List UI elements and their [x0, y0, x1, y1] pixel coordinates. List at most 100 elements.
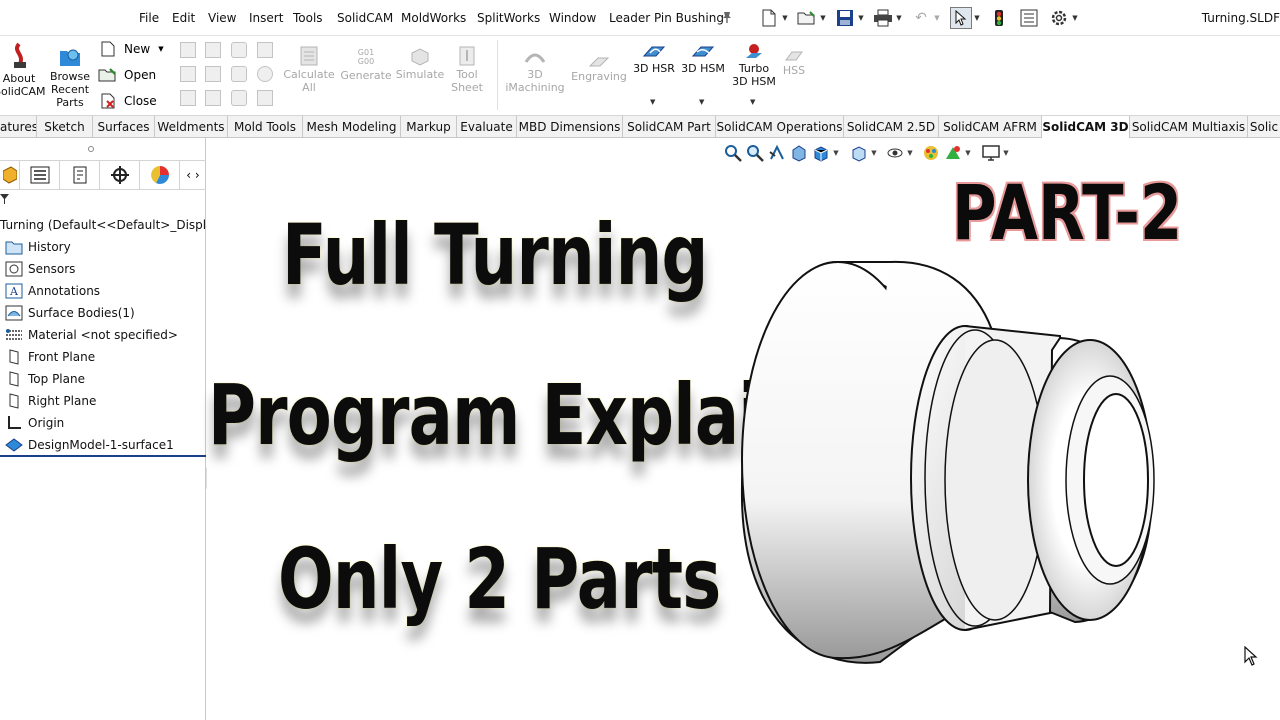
chevron-left-right-icon[interactable]: ‹ ›	[180, 161, 206, 189]
zoom-to-fit-icon[interactable]	[722, 143, 744, 163]
sphere-icon[interactable]	[257, 66, 273, 82]
tab-solidcam-part[interactable]: SolidCAM Part	[623, 116, 716, 138]
chevron-down-icon[interactable]: ▼	[964, 149, 972, 157]
tree-item-origin[interactable]: Origin	[4, 413, 64, 433]
cube-icon[interactable]	[180, 90, 196, 106]
hss-button[interactable]: HSS	[780, 48, 808, 77]
chevron-down-icon[interactable]: ▼	[894, 14, 904, 22]
chevron-down-icon[interactable]: ▼	[832, 149, 840, 157]
calculate-all-button[interactable]: Calculate All	[281, 46, 337, 94]
undo-icon[interactable]: ↶	[910, 7, 932, 29]
tab-solidcam-3d[interactable]: SolidCAM 3D	[1042, 116, 1130, 139]
cube-icon[interactable]	[205, 66, 221, 82]
tool-sheet-button[interactable]: Tool Sheet	[444, 46, 490, 94]
3d-hsr-button[interactable]: 3D HSR	[632, 44, 676, 75]
tab-surfaces[interactable]: Surfaces	[93, 116, 155, 138]
part-root-node[interactable]: Turning (Default<<Default>_Display S	[0, 218, 232, 232]
chevron-down-icon[interactable]: ▼	[699, 98, 704, 106]
menu-solidcam[interactable]: SolidCAM	[337, 11, 393, 25]
tab-solidcam-more[interactable]: Solic	[1248, 116, 1280, 138]
new-document-icon[interactable]	[758, 7, 780, 29]
tab-weldments[interactable]: Weldments	[155, 116, 228, 138]
cube-icon[interactable]	[205, 42, 221, 58]
chevron-down-icon[interactable]: ▼	[856, 14, 866, 22]
tree-item-front-plane[interactable]: Front Plane	[4, 347, 95, 367]
turned-part-3d-model[interactable]	[730, 240, 1200, 670]
tree-item-sensors[interactable]: Sensors	[4, 259, 75, 279]
rollback-bar[interactable]	[0, 455, 206, 457]
view-orientation-icon[interactable]	[810, 143, 832, 163]
apply-scene-icon[interactable]	[942, 143, 964, 163]
cube-icon[interactable]	[205, 90, 221, 106]
cube-icon[interactable]	[231, 90, 247, 106]
tab-features[interactable]: atures	[0, 116, 37, 138]
edit-appearance-icon[interactable]	[920, 143, 942, 163]
cube-icon[interactable]	[180, 42, 196, 58]
turbo-3d-hsm-button[interactable]: Turbo 3D HSM	[730, 42, 778, 88]
display-manager-tab-icon[interactable]	[140, 161, 180, 189]
previous-view-icon[interactable]	[766, 143, 788, 163]
tree-filter[interactable]	[0, 190, 206, 210]
chevron-down-icon[interactable]: ▼	[932, 14, 942, 22]
simulate-button[interactable]: Simulate	[394, 46, 446, 81]
tree-item-right-plane[interactable]: Right Plane	[4, 391, 96, 411]
cube-icon[interactable]	[180, 66, 196, 82]
chevron-down-icon[interactable]: ▼	[870, 149, 878, 157]
tree-item-design-model[interactable]: DesignModel-1-surface1	[4, 435, 174, 455]
tab-mesh-modeling[interactable]: Mesh Modeling	[303, 116, 401, 138]
menu-window[interactable]: Window	[549, 11, 596, 25]
browse-recent-parts-button[interactable]: Browse Recent Parts	[49, 46, 91, 109]
save-icon[interactable]	[834, 7, 856, 29]
cube-icon[interactable]	[257, 90, 273, 106]
open-button[interactable]: Open	[98, 66, 156, 84]
view-settings-icon[interactable]	[980, 143, 1002, 163]
tab-evaluate[interactable]: Evaluate	[457, 116, 517, 138]
tree-item-history[interactable]: History	[4, 237, 71, 257]
menu-leader-pin-bushing[interactable]: Leader Pin Bushing	[609, 11, 724, 25]
chevron-down-icon[interactable]: ▼	[818, 14, 828, 22]
traffic-light-icon[interactable]	[988, 7, 1010, 29]
menu-insert[interactable]: Insert	[249, 11, 283, 25]
hide-show-items-icon[interactable]	[884, 143, 906, 163]
feature-manager-tab-icon[interactable]	[0, 161, 20, 189]
zoom-to-area-icon[interactable]	[744, 143, 766, 163]
section-view-icon[interactable]	[788, 143, 810, 163]
pin-icon[interactable]	[720, 10, 734, 24]
dimxpert-tab-icon[interactable]	[100, 161, 140, 189]
property-manager-tab-icon[interactable]	[20, 161, 60, 189]
new-button[interactable]: New ▼	[98, 40, 164, 58]
tab-solidcam-2-5d[interactable]: SolidCAM 2.5D	[844, 116, 939, 138]
chevron-down-icon[interactable]: ▼	[158, 45, 163, 53]
cube-icon[interactable]	[231, 66, 247, 82]
panel-splitter[interactable]	[0, 138, 206, 160]
menu-view[interactable]: View	[208, 11, 236, 25]
menu-moldworks[interactable]: MoldWorks	[401, 11, 466, 25]
tab-solidcam-operations[interactable]: SolidCAM Operations	[716, 116, 844, 138]
close-button[interactable]: Close	[98, 92, 157, 110]
engraving-button[interactable]: Engraving	[570, 54, 628, 83]
open-folder-icon[interactable]	[796, 7, 818, 29]
3d-hsm-button[interactable]: 3D HSM	[680, 44, 726, 75]
file-properties-icon[interactable]	[1018, 7, 1040, 29]
tab-mbd-dimensions[interactable]: MBD Dimensions	[517, 116, 623, 138]
cube-icon[interactable]	[257, 42, 273, 58]
tab-mold-tools[interactable]: Mold Tools	[228, 116, 303, 138]
menu-tools[interactable]: Tools	[293, 11, 323, 25]
print-icon[interactable]	[872, 7, 894, 29]
gear-icon[interactable]	[1048, 7, 1070, 29]
3d-imachining-button[interactable]: 3D iMachining	[503, 50, 567, 94]
menu-edit[interactable]: Edit	[172, 11, 195, 25]
tree-item-surface-bodies[interactable]: Surface Bodies(1)	[4, 303, 135, 323]
tab-markup[interactable]: Markup	[401, 116, 457, 138]
chevron-down-icon[interactable]: ▼	[972, 14, 982, 22]
generate-button[interactable]: G01 G00 Generate	[338, 46, 394, 82]
tab-solidcam-multiaxis[interactable]: SolidCAM Multiaxis	[1130, 116, 1248, 138]
chevron-down-icon[interactable]: ▼	[750, 98, 755, 106]
menu-file[interactable]: File	[139, 11, 159, 25]
chevron-down-icon[interactable]: ▼	[780, 14, 790, 22]
display-style-icon[interactable]	[848, 143, 870, 163]
cube-icon[interactable]	[231, 42, 247, 58]
menu-splitworks[interactable]: SplitWorks	[477, 11, 540, 25]
chevron-down-icon[interactable]: ▼	[1070, 14, 1080, 22]
tree-item-top-plane[interactable]: Top Plane	[4, 369, 85, 389]
